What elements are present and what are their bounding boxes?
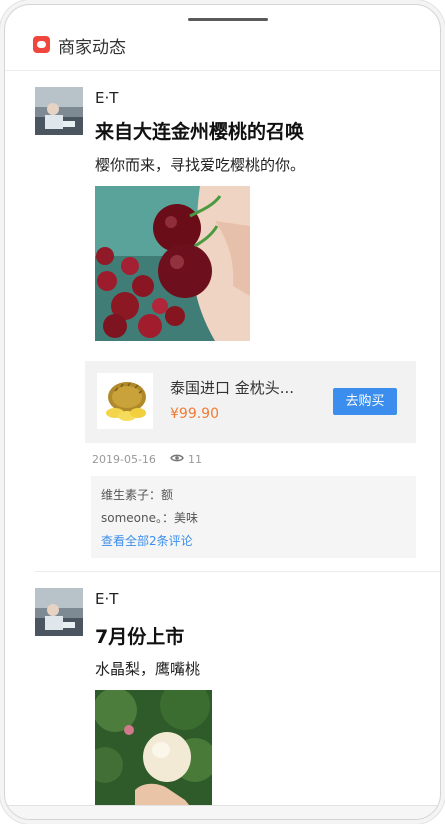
- post-photo[interactable]: [95, 690, 212, 812]
- comment-box: 维生素子：额 someone。：美味 查看全部2条评论: [91, 476, 416, 558]
- view-count: 11: [170, 453, 202, 466]
- avatar[interactable]: [35, 87, 83, 135]
- product-price: ¥99.90: [170, 406, 219, 422]
- phone-frame: 商家动态 E·T 来自大连金州樱桃的召唤 樱你而来，寻找爱吃樱桃的你。 泰国进口…: [4, 4, 441, 820]
- post-photo[interactable]: [95, 186, 250, 341]
- durian-image[interactable]: [97, 373, 153, 429]
- view-all-comments-link[interactable]: 查看全部2条评论: [101, 532, 193, 549]
- eye-icon: [170, 453, 184, 466]
- post-card[interactable]: E·T 7月份上市 水晶梨，鹰嘴桃: [5, 572, 440, 812]
- author-name[interactable]: E·T: [95, 590, 118, 608]
- post-description: 水晶梨，鹰嘴桃: [95, 660, 201, 678]
- chat-bubble-icon: [33, 36, 50, 53]
- post-card[interactable]: E·T 来自大连金州樱桃的召唤 樱你而来，寻找爱吃樱桃的你。 泰国进口 金枕头.…: [5, 71, 440, 571]
- comment-item: someone。：美味: [101, 511, 198, 525]
- speaker-notch: [188, 18, 268, 21]
- post-title: 来自大连金州樱桃的召唤: [95, 121, 305, 143]
- avatar[interactable]: [35, 588, 83, 636]
- product-name[interactable]: 泰国进口 金枕头...: [170, 377, 294, 398]
- page-title: 商家动态: [58, 38, 126, 58]
- product-card[interactable]: 泰国进口 金枕头... ¥99.90 去购买: [85, 361, 416, 443]
- view-count-value: 11: [188, 453, 202, 466]
- phone-bottom-edge: [5, 805, 440, 819]
- page-header: 商家动态: [5, 27, 440, 71]
- post-description: 樱你而来，寻找爱吃樱桃的你。: [95, 156, 306, 174]
- comment-item: 维生素子：额: [101, 488, 174, 502]
- post-date: 2019-05-16: [92, 453, 156, 466]
- buy-button[interactable]: 去购买: [333, 388, 397, 415]
- post-title: 7月份上市: [95, 626, 185, 648]
- author-name[interactable]: E·T: [95, 89, 118, 107]
